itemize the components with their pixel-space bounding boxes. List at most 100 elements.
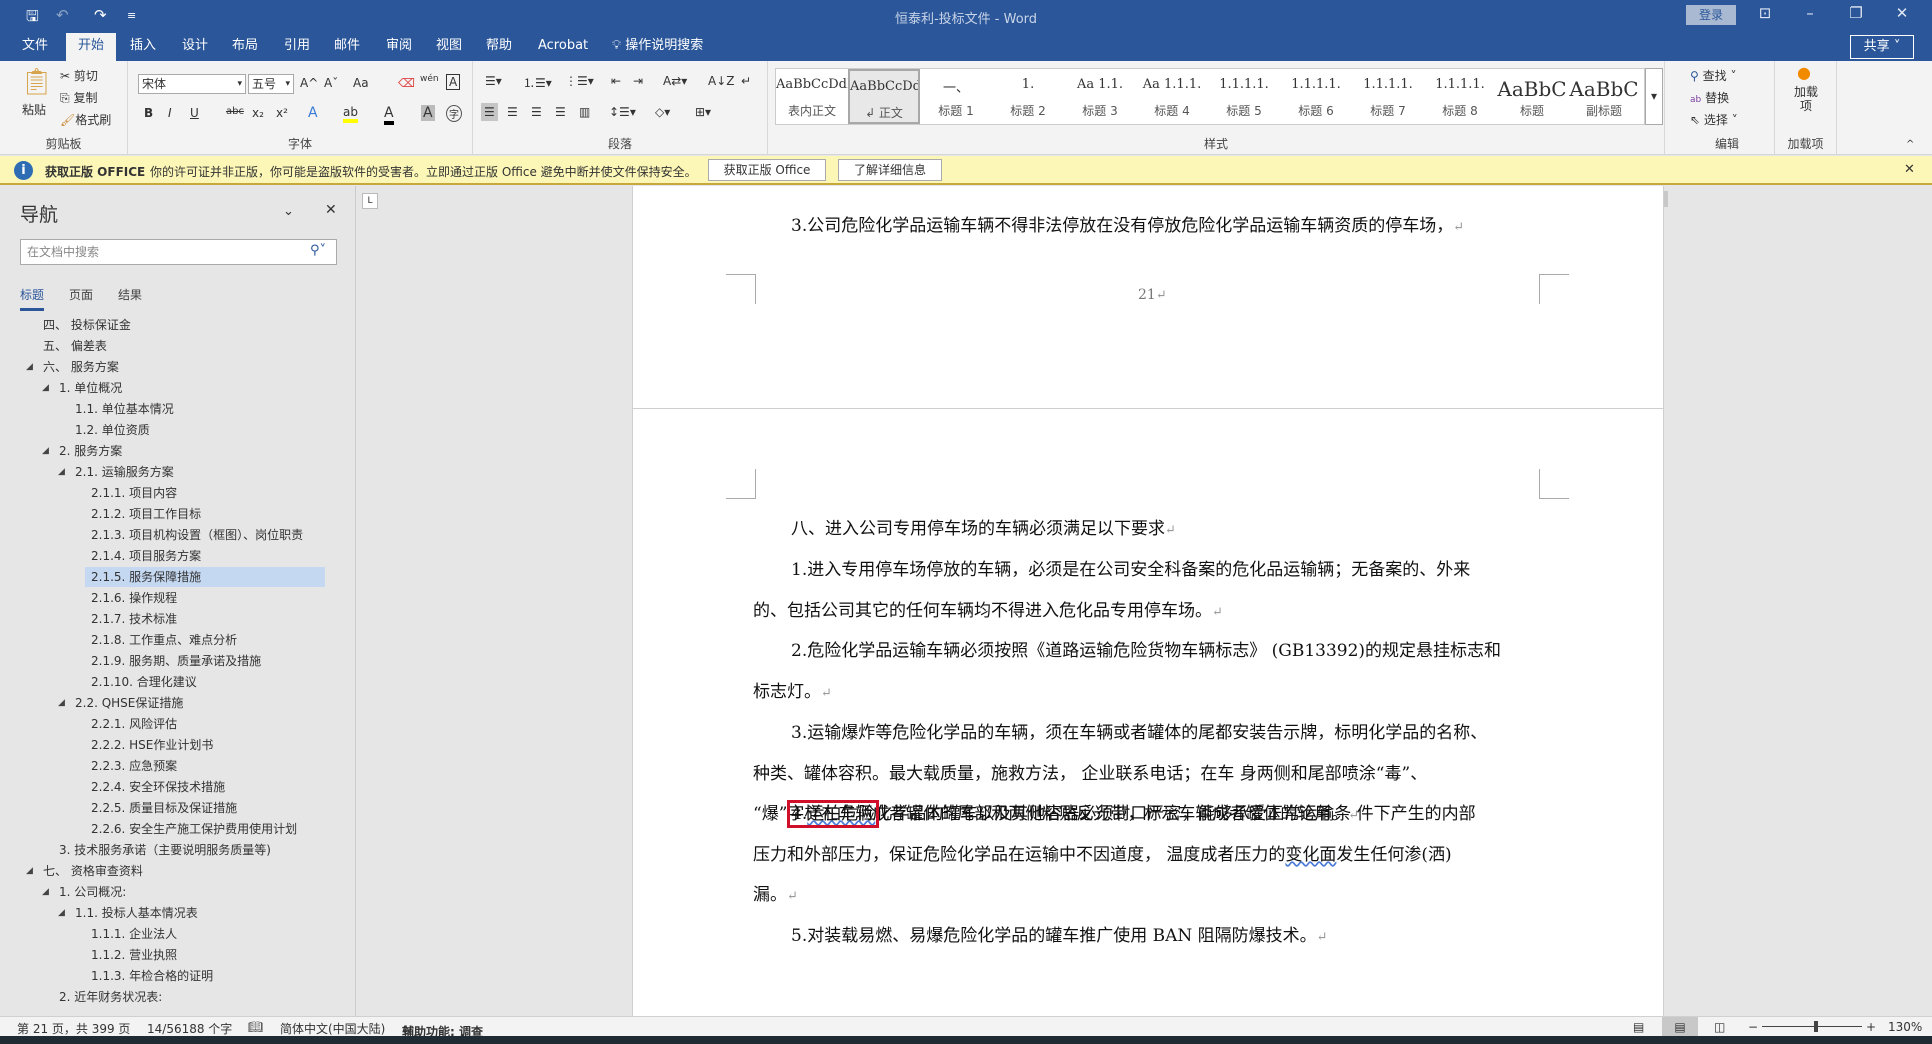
collapse-triangle-icon[interactable]: ◢	[58, 908, 65, 918]
read-mode-icon[interactable]: ▤	[1633, 1020, 1644, 1034]
tab-review[interactable]: 审阅	[374, 33, 424, 61]
paste-button[interactable]: 粘贴	[22, 101, 46, 118]
style-5[interactable]: Aa 1.1.1. 标题 4	[1136, 69, 1208, 124]
underline-button[interactable]: U	[190, 106, 199, 120]
align-left-icon[interactable]: ☰	[481, 103, 498, 121]
bold-button[interactable]: B	[144, 106, 153, 120]
nav-tab-results[interactable]: 结果	[118, 286, 142, 303]
tab-selector-icon[interactable]: L	[362, 193, 378, 209]
collapse-ribbon-icon[interactable]: ^	[1906, 139, 1914, 150]
collapse-triangle-icon[interactable]: ◢	[26, 362, 33, 372]
format-painter-button[interactable]: 🖌︎格式刷	[60, 111, 111, 128]
nav-heading-item[interactable]: 2.2.2. HSE作业计划书	[91, 735, 213, 755]
style-2[interactable]: 一、 标题 1	[920, 69, 992, 124]
character-border-button[interactable]: A	[446, 74, 461, 90]
collapse-triangle-icon[interactable]: ◢	[42, 887, 49, 897]
vertical-scrollbar[interactable]	[1917, 186, 1932, 1016]
nav-heading-item[interactable]: 1.1.3. 年检合格的证明	[91, 966, 213, 986]
nav-heading-item[interactable]: 1. 公司概况:	[59, 882, 126, 902]
proofing-icon[interactable]: 📖︎	[248, 1020, 263, 1034]
justify-icon[interactable]: ☰	[555, 105, 566, 119]
phonetic-guide-button[interactable]: wén	[420, 74, 439, 84]
nav-heading-item[interactable]: 五、 偏差表	[43, 336, 107, 356]
align-right-icon[interactable]: ☰	[531, 105, 542, 119]
tab-design[interactable]: 设计	[170, 33, 220, 61]
learn-more-button[interactable]: 了解详细信息	[838, 159, 942, 181]
cut-button[interactable]: ✂ 剪切	[60, 67, 98, 84]
nav-close-icon[interactable]: ✕	[325, 202, 337, 218]
select-button[interactable]: ⇖ 选择 ˅	[1690, 111, 1738, 128]
restore-icon[interactable]: ❐	[1836, 4, 1876, 22]
style-8[interactable]: 1.1.1.1. 标题 7	[1352, 69, 1424, 124]
text-direction-icon[interactable]: A⇄▾	[663, 74, 687, 88]
find-button[interactable]: ⚲ 查找 ˅	[1690, 67, 1736, 84]
zoom-in-button[interactable]: +	[1866, 1020, 1876, 1034]
style-0[interactable]: AaBbCcDdE 表内正文	[776, 69, 848, 124]
tab-acrobat[interactable]: Acrobat	[526, 33, 600, 61]
clear-formatting-icon[interactable]: ⌫	[398, 76, 415, 90]
grammar-error-text[interactable]: 变化面	[1285, 845, 1336, 865]
paste-icon[interactable]: 📋︎	[20, 67, 53, 97]
copy-button[interactable]: ⎘ 复制	[60, 89, 97, 106]
style-3[interactable]: 1. 标题 2	[992, 69, 1064, 124]
highlighted-error-box[interactable]: 4.运柏危险	[786, 800, 880, 828]
ribbon-display-icon[interactable]: ⊡	[1745, 4, 1785, 22]
spelling-error-text[interactable]: 运柏危险	[807, 804, 875, 824]
nav-heading-item[interactable]: 1.1. 投标人基本情况表	[75, 903, 198, 923]
nav-heading-item[interactable]: 2.1.2. 项目工作目标	[91, 504, 201, 524]
collapse-triangle-icon[interactable]: ◢	[26, 866, 33, 876]
nav-heading-item[interactable]: 2.1.6. 操作规程	[91, 588, 177, 608]
decrease-indent-icon[interactable]: ⇤	[611, 74, 621, 88]
change-case-button[interactable]: Aa	[353, 76, 369, 90]
tab-view[interactable]: 视图	[424, 33, 474, 61]
replace-button[interactable]: ab 替换	[1690, 89, 1729, 106]
nav-heading-item[interactable]: 2.1.7. 技术标准	[91, 609, 177, 629]
shading-icon[interactable]: ◇▾	[655, 105, 670, 119]
nav-heading-item[interactable]: 2.1.8. 工作重点、难点分析	[91, 630, 237, 650]
tab-references[interactable]: 引用	[272, 33, 322, 61]
align-center-icon[interactable]: ☰	[507, 105, 518, 119]
sort-icon[interactable]: A↓Z	[708, 74, 734, 88]
nav-heading-item[interactable]: 2.1.10. 合理化建议	[91, 672, 197, 692]
tab-layout[interactable]: 布局	[220, 33, 270, 61]
nav-heading-item[interactable]: 四、 投标保证金	[43, 315, 131, 335]
italic-button[interactable]: I	[168, 106, 172, 120]
nav-heading-item[interactable]: 2. 近年财务状况表:	[59, 987, 162, 1007]
word-count[interactable]: 14/56188 个字	[147, 1020, 232, 1037]
nav-heading-item[interactable]: 1.1.2. 营业执照	[91, 945, 177, 965]
collapse-triangle-icon[interactable]: ◢	[58, 698, 65, 708]
addins-button[interactable]: 加载项	[1789, 85, 1823, 113]
nav-heading-item[interactable]: 六、 服务方案	[43, 357, 119, 377]
zoom-slider[interactable]	[1762, 1026, 1862, 1027]
nav-heading-item[interactable]: 2.1. 运输服务方案	[75, 462, 174, 482]
close-message-icon[interactable]: ✕	[1904, 162, 1915, 177]
line-spacing-icon[interactable]: ↕☰▾	[609, 105, 636, 119]
nav-search-input[interactable]: 在文档中搜索	[20, 239, 337, 265]
collapse-triangle-icon[interactable]: ◢	[42, 383, 49, 393]
borders-icon[interactable]: ⊞▾	[695, 105, 711, 119]
font-size-select[interactable]: 五号 ▾	[248, 74, 294, 94]
nav-heading-item[interactable]: 2.2.5. 质量目标及保证措施	[91, 798, 237, 818]
highlight-button[interactable]: ab	[343, 105, 358, 123]
nav-tab-headings[interactable]: 标题	[20, 286, 45, 311]
nav-heading-item[interactable]: 2.2. QHSE保证措施	[75, 693, 183, 713]
zoom-slider-thumb[interactable]	[1813, 1021, 1818, 1032]
nav-heading-item[interactable]: 3. 技术服务承诺（主要说明服务质量等)	[59, 840, 271, 860]
tab-file[interactable]: 文件	[10, 33, 60, 61]
nav-heading-item[interactable]: 1.1. 单位基本情况	[75, 399, 174, 419]
collapse-triangle-icon[interactable]: ◢	[42, 446, 49, 456]
nav-heading-item[interactable]: 1. 单位概况	[59, 378, 122, 398]
page-count[interactable]: 第 21 页，共 399 页	[17, 1020, 130, 1037]
get-genuine-office-button[interactable]: 获取正版 Office	[708, 159, 826, 181]
close-icon[interactable]: ✕	[1882, 4, 1922, 22]
share-button[interactable]: 共享 ˅	[1850, 35, 1914, 59]
style-11[interactable]: AaBbC 副标题	[1568, 69, 1640, 124]
web-layout-icon[interactable]: ◫	[1714, 1020, 1725, 1034]
style-9[interactable]: 1.1.1.1. 标题 8	[1424, 69, 1496, 124]
nav-heading-item[interactable]: 七、 资格审查资料	[43, 861, 143, 881]
text-effects-button[interactable]: A	[308, 105, 318, 121]
login-button[interactable]: 登录	[1686, 5, 1736, 25]
font-name-select[interactable]: 宋体 ▾	[138, 74, 246, 94]
zoom-out-button[interactable]: −	[1748, 1020, 1758, 1034]
enclose-characters-button[interactable]: 字	[446, 105, 462, 122]
